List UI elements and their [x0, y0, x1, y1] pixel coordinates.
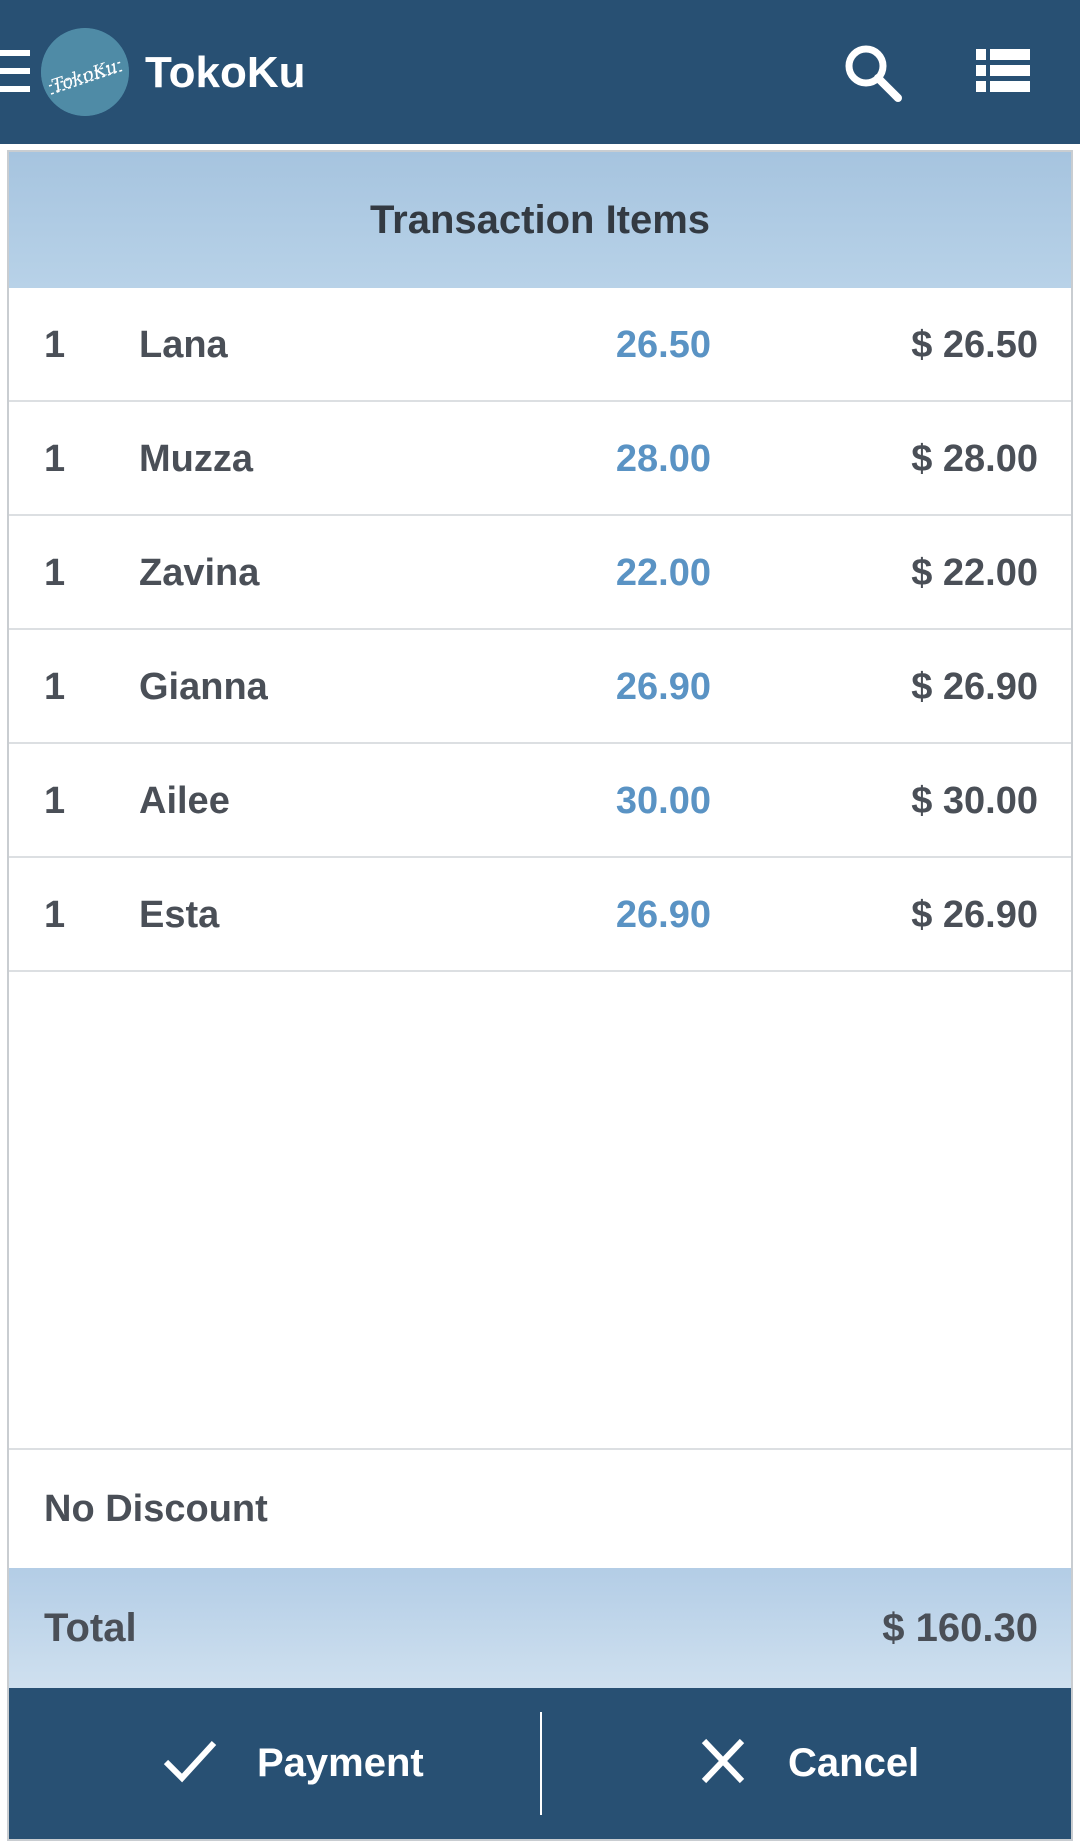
item-amount: $ 22.00: [911, 552, 1038, 594]
discount-label: No Discount: [44, 1488, 268, 1530]
action-bar: Payment Cancel: [9, 1688, 1071, 1839]
total-value: $ 160.30: [882, 1606, 1038, 1650]
search-icon[interactable]: [840, 40, 906, 106]
item-quantity: 1: [44, 438, 66, 480]
item-amount: $ 26.90: [911, 666, 1038, 708]
transaction-item-row[interactable]: 1 Muzza 28.00 $ 28.00: [9, 402, 1071, 516]
transaction-item-row[interactable]: 1 Lana 26.50 $ 26.50: [9, 288, 1071, 402]
item-name: Ailee: [139, 780, 230, 822]
item-price: 26.90: [615, 894, 711, 936]
transaction-item-row[interactable]: 1 Zavina 22.00 $ 22.00: [9, 516, 1071, 630]
item-price: 22.00: [615, 552, 711, 594]
item-price: 30.00: [615, 780, 711, 822]
item-quantity: 1: [44, 324, 66, 366]
item-name: Esta: [139, 894, 220, 936]
item-name: Lana: [139, 324, 228, 366]
app-logo[interactable]: TokoKu: [41, 28, 129, 116]
transaction-item-row[interactable]: 1 Ailee 30.00 $ 30.00: [9, 744, 1071, 858]
item-price: 26.90: [615, 666, 711, 708]
discount-row[interactable]: No Discount: [9, 1448, 1071, 1568]
item-amount: $ 30.00: [911, 780, 1038, 822]
transaction-items-list: 1 Lana 26.50 $ 26.50 1 Muzza 28.00 $ 28.…: [9, 288, 1071, 972]
transaction-panel: Transaction Items 1 Lana 26.50 $ 26.50 1…: [7, 150, 1073, 1841]
total-label: Total: [44, 1606, 137, 1650]
app-title: TokoKu: [145, 48, 306, 97]
item-amount: $ 26.50: [911, 324, 1038, 366]
item-quantity: 1: [44, 780, 66, 822]
app-bar: TokoKu TokoKu: [0, 0, 1080, 144]
check-icon: [163, 1738, 217, 1784]
close-icon: [696, 1738, 750, 1784]
item-quantity: 1: [44, 666, 66, 708]
item-price: 26.50: [615, 324, 711, 366]
panel-title: Transaction Items: [9, 152, 1071, 288]
item-quantity: 1: [44, 894, 66, 936]
cancel-label: Cancel: [788, 1741, 920, 1785]
item-name: Muzza: [139, 438, 253, 480]
cancel-button[interactable]: Cancel: [542, 1688, 1071, 1839]
transaction-item-row[interactable]: 1 Gianna 26.90 $ 26.90: [9, 630, 1071, 744]
item-quantity: 1: [44, 552, 66, 594]
payment-label: Payment: [257, 1741, 424, 1785]
item-amount: $ 28.00: [911, 438, 1038, 480]
total-row: Total $ 160.30: [9, 1568, 1071, 1688]
item-amount: $ 26.90: [911, 894, 1038, 936]
payment-button[interactable]: Payment: [9, 1688, 540, 1839]
item-price: 28.00: [615, 438, 711, 480]
transaction-item-row[interactable]: 1 Esta 26.90 $ 26.90: [9, 858, 1071, 972]
list-view-icon[interactable]: [976, 47, 1030, 95]
item-name: Zavina: [139, 552, 260, 594]
item-name: Gianna: [139, 666, 268, 708]
menu-icon[interactable]: [0, 50, 30, 94]
